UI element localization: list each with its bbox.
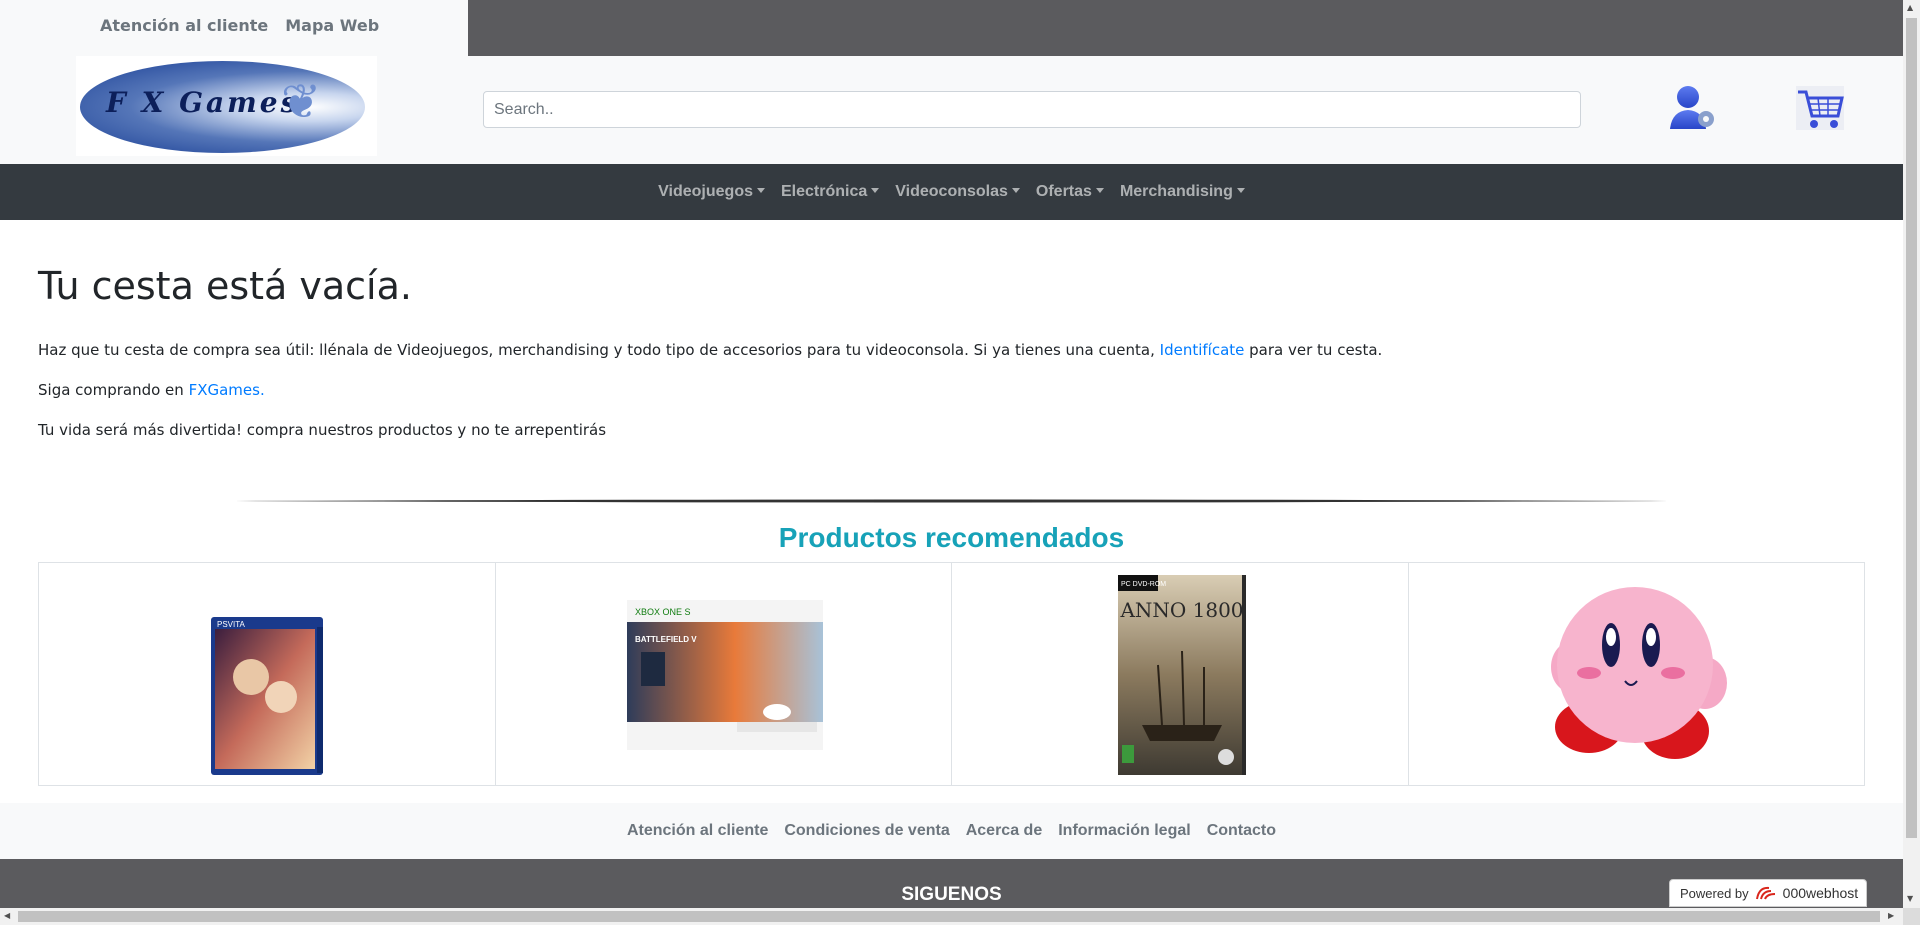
- follow-us-heading: SIGUENOS: [901, 884, 1002, 905]
- footer-links: Atención al cliente Condiciones de venta…: [0, 803, 1903, 859]
- vertical-scroll-thumb[interactable]: [1906, 18, 1917, 838]
- scroll-left-icon[interactable]: ◀: [4, 911, 10, 920]
- scrollbar-corner: [1903, 908, 1920, 925]
- webhost-logo-icon: [1755, 886, 1775, 900]
- powered-by-badge[interactable]: Powered by 000webhost: [1669, 879, 1867, 907]
- product-card[interactable]: PSVITA: [39, 563, 496, 785]
- home-link[interactable]: FXGames.: [189, 381, 265, 399]
- badge: PC DVD-ROM: [1121, 581, 1166, 588]
- scroll-down-icon[interactable]: ▼: [1907, 894, 1913, 903]
- site-logo[interactable]: F X Games ❦: [76, 56, 377, 156]
- search-input[interactable]: [483, 91, 1581, 128]
- top-link-customer-service[interactable]: Atención al cliente: [100, 16, 268, 35]
- horizontal-scroll-thumb[interactable]: [18, 911, 1880, 922]
- anno-1800-image: PC DVD-ROM ANNO 1800: [1118, 575, 1246, 775]
- kirby-plush-image: [1550, 587, 1727, 759]
- continue-text: Siga comprando en: [38, 381, 184, 399]
- footer-link-legal[interactable]: Información legal: [1058, 822, 1190, 840]
- webhost-brand: 000webhost: [1782, 885, 1859, 901]
- scroll-right-icon[interactable]: ▶: [1888, 911, 1894, 920]
- powered-by-text: Powered by: [1680, 885, 1749, 901]
- message-text: Haz que tu cesta de compra sea útil: llé…: [38, 341, 1155, 359]
- footer-link-customer-service[interactable]: Atención al cliente: [627, 822, 768, 840]
- main-nav: Videojuegos Electrónica Videoconsolas Of…: [0, 164, 1903, 220]
- header-dark-band: [468, 0, 1903, 56]
- login-link[interactable]: Identifícate: [1160, 341, 1245, 359]
- product-label: ANNO 1800: [1119, 598, 1243, 622]
- logo-text: F X Games: [106, 86, 300, 119]
- product-label: BATTLEFIELD V: [635, 635, 697, 644]
- nav-merchandising[interactable]: Merchandising: [1112, 183, 1253, 201]
- product-card[interactable]: XBOX ONE S BATTLEFIELD V: [496, 563, 952, 785]
- user-settings-icon[interactable]: [1668, 83, 1716, 131]
- footer-link-contact[interactable]: Contacto: [1207, 822, 1276, 840]
- footer-link-terms[interactable]: Condiciones de venta: [784, 822, 949, 840]
- message-text-end: para ver tu cesta.: [1249, 341, 1383, 359]
- vertical-scrollbar[interactable]: ▲ ▼: [1903, 0, 1920, 908]
- divider: [235, 499, 1668, 503]
- nav-videoconsolas[interactable]: Videoconsolas: [887, 183, 1028, 201]
- product-card[interactable]: PC DVD-ROM ANNO 1800: [952, 563, 1409, 785]
- tagline: Tu vida será más divertida! compra nuest…: [38, 421, 607, 439]
- logo-dragon-icon: ❦: [281, 74, 322, 130]
- horizontal-scrollbar[interactable]: ◀ ▶: [0, 908, 1903, 925]
- empty-cart-message: Haz que tu cesta de compra sea útil: llé…: [38, 341, 1382, 359]
- top-link-site-map[interactable]: Mapa Web: [285, 16, 379, 35]
- product-card[interactable]: [1409, 563, 1865, 785]
- scroll-up-icon[interactable]: ▲: [1907, 3, 1913, 12]
- shopping-cart-icon[interactable]: [1794, 86, 1846, 132]
- page-title: Tu cesta está vacía.: [38, 264, 412, 308]
- recommended-title: Productos recomendados: [778, 522, 1125, 553]
- nav-ofertas[interactable]: Ofertas: [1028, 183, 1112, 201]
- footer-link-about[interactable]: Acerca de: [966, 822, 1043, 840]
- nav-videojuegos[interactable]: Videojuegos: [650, 183, 773, 201]
- badge: XBOX ONE S: [635, 607, 691, 617]
- xbox-one-s-image: XBOX ONE S BATTLEFIELD V: [626, 600, 823, 750]
- badge: PSVITA: [217, 620, 246, 629]
- continue-shopping: Siga comprando en FXGames.: [38, 381, 265, 399]
- top-links: Atención al cliente Mapa Web: [100, 16, 379, 35]
- recommended-products: PSVITA XBOX ONE S BATTLEFIELD V PC DVD-R…: [38, 562, 1865, 786]
- ps-vita-game-image: PSVITA: [211, 617, 323, 775]
- nav-electronica[interactable]: Electrónica: [773, 183, 887, 201]
